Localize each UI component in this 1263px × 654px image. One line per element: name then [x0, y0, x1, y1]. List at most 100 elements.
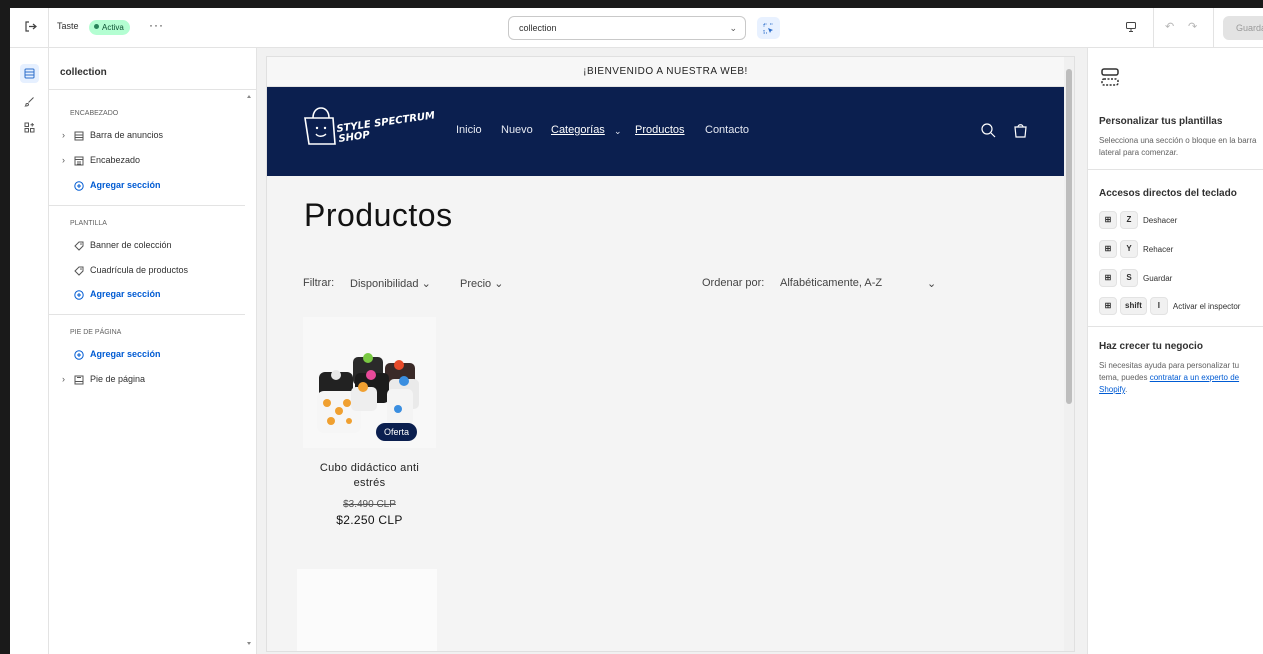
help-panel: Personalizar tus plantillas Selecciona u…	[1087, 48, 1263, 654]
sidebar-item-label: Barra de anuncios	[90, 130, 164, 140]
divider	[1153, 8, 1154, 48]
shortcuts-title: Accesos directos del teclado	[1099, 188, 1237, 199]
sections-icon[interactable]	[20, 64, 39, 83]
sections-template-icon	[1101, 68, 1119, 86]
status-badge: Activa	[89, 20, 130, 35]
store-header: STYLE SPECTRUM SHOP Inicio Nuevo Categor…	[267, 87, 1064, 176]
theme-editor: Taste Activa ··· collection ⌄ ↶ ↷ Guarda…	[10, 8, 1263, 654]
sort-label: Ordenar por:	[702, 277, 765, 289]
key: S	[1120, 269, 1138, 287]
paintbrush-icon[interactable]	[20, 92, 39, 111]
sidebar-item-header[interactable]: › Encabezado	[49, 151, 245, 171]
sidebar-item-label: Encabezado	[90, 155, 141, 165]
key: Y	[1120, 240, 1138, 258]
icon-rail	[10, 48, 49, 654]
inspector-button[interactable]	[757, 17, 780, 39]
add-section-label: Agregar sección	[90, 349, 161, 359]
shortcut-label: Guardar	[1143, 273, 1173, 283]
section-heading: ENCABEZADO	[70, 110, 119, 117]
divider	[1088, 169, 1263, 170]
sale-badge: Oferta	[376, 423, 418, 441]
command-key: ⊞	[1099, 297, 1117, 315]
search-icon[interactable]	[981, 123, 996, 138]
plus-circle-icon	[74, 350, 84, 360]
chevron-down-icon: ⌄	[421, 278, 431, 290]
add-section-button[interactable]: Agregar sección	[49, 345, 245, 365]
filter-availability-label: Disponibilidad	[350, 278, 419, 290]
chevron-right-icon[interactable]: ›	[62, 374, 65, 384]
sidebar-item-announcement-bar[interactable]: › Barra de anuncios	[49, 126, 245, 146]
store-logo[interactable]: STYLE SPECTRUM SHOP	[303, 104, 443, 148]
nav-link-categorias[interactable]: Categorías	[551, 124, 605, 136]
nav-link-contacto[interactable]: Contacto	[705, 124, 749, 136]
divider	[48, 8, 49, 48]
chevron-right-icon[interactable]: ›	[62, 155, 65, 165]
template-select-value: collection	[519, 23, 557, 33]
product-price: $2.250 CLP	[336, 513, 403, 527]
shortcut-label: Deshacer	[1143, 215, 1178, 225]
add-section-button[interactable]: Agregar sección	[49, 285, 245, 305]
section-heading: PLANTILLA	[70, 220, 107, 227]
shortcut-label: Activar el inspector	[1172, 301, 1241, 311]
filter-price-dropdown[interactable]: Precio ⌄	[460, 277, 503, 290]
filter-price-label: Precio	[460, 278, 492, 290]
shortcut-inspector: ⊞ shift I Activar el inspector	[1099, 297, 1240, 317]
undo-icon[interactable]: ↶	[1165, 20, 1174, 33]
nav-link-inicio[interactable]: Inicio	[456, 124, 482, 136]
chevron-right-icon[interactable]: ›	[62, 130, 65, 140]
chevron-down-icon: ⌄	[927, 278, 937, 290]
save-button[interactable]: Guardar	[1223, 16, 1263, 40]
sections-sidebar: collection ENCABEZADO › Barra de anuncio…	[49, 48, 257, 654]
scrollbar-thumb[interactable]	[1066, 69, 1072, 404]
exit-icon[interactable]	[24, 20, 40, 36]
command-key: ⊞	[1099, 211, 1117, 229]
status-badge-label: Activa	[102, 23, 124, 32]
desktop-preview-icon[interactable]	[1125, 20, 1137, 38]
sidebar-item-footer[interactable]: › Pie de página	[49, 370, 245, 390]
header-icon	[74, 156, 84, 166]
preview-scrollbar[interactable]	[1064, 57, 1074, 651]
template-select[interactable]: collection ⌄	[508, 16, 746, 40]
add-section-label: Agregar sección	[90, 289, 161, 299]
divider	[49, 89, 257, 90]
shortcut-label: Rehacer	[1143, 244, 1174, 254]
redo-icon[interactable]: ↷	[1188, 20, 1197, 33]
sidebar-item-label: Cuadrícula de productos	[90, 265, 189, 275]
product-name[interactable]: Cubo didáctico anti estrés	[303, 461, 436, 491]
key: Z	[1120, 211, 1138, 229]
sidebar-item-collection-banner[interactable]: Banner de colección	[49, 236, 245, 256]
shortcut-redo: ⊞ Y Rehacer	[1099, 240, 1173, 260]
sidebar-scrollbar[interactable]	[245, 90, 253, 650]
customize-title: Personalizar tus plantillas	[1099, 116, 1223, 127]
footer-icon	[74, 375, 84, 385]
sidebar-item-label: Pie de página	[90, 374, 146, 384]
sort-select-value: Alfabéticamente, A-Z	[780, 277, 883, 289]
command-key: ⊞	[1099, 269, 1117, 287]
cart-icon[interactable]	[1013, 123, 1028, 138]
announcement-icon	[74, 131, 84, 141]
customize-description: Selecciona una sección o bloque en la ba…	[1099, 136, 1257, 157]
chevron-down-icon: ⌄	[729, 23, 737, 33]
chevron-down-icon: ⌄	[614, 126, 622, 136]
add-section-button[interactable]: Agregar sección	[49, 176, 245, 196]
more-actions-button[interactable]: ···	[149, 18, 164, 32]
filter-label: Filtrar:	[303, 277, 335, 289]
sort-select[interactable]: Alfabéticamente, A-Z ⌄	[780, 277, 936, 290]
sidebar-item-product-grid[interactable]: Cuadrícula de productos	[49, 261, 245, 281]
nav-link-nuevo[interactable]: Nuevo	[501, 124, 533, 136]
shortcut-save: ⊞ S Guardar	[1099, 269, 1172, 289]
chevron-down-icon: ⌄	[494, 278, 504, 290]
add-section-label: Agregar sección	[90, 180, 161, 190]
plus-circle-icon	[74, 181, 84, 191]
command-key: ⊞	[1099, 240, 1117, 258]
divider	[1213, 8, 1214, 48]
nav-link-productos[interactable]: Productos	[635, 124, 685, 136]
sidebar-title: collection	[60, 67, 107, 78]
grow-description: Si necesitas ayuda para personalizar tu …	[1099, 360, 1261, 396]
key: I	[1149, 297, 1168, 315]
apps-icon[interactable]	[20, 118, 39, 137]
page-title: Productos	[304, 197, 453, 233]
product-card-placeholder	[297, 569, 437, 651]
divider	[49, 205, 245, 206]
filter-availability-dropdown[interactable]: Disponibilidad ⌄	[350, 277, 431, 290]
